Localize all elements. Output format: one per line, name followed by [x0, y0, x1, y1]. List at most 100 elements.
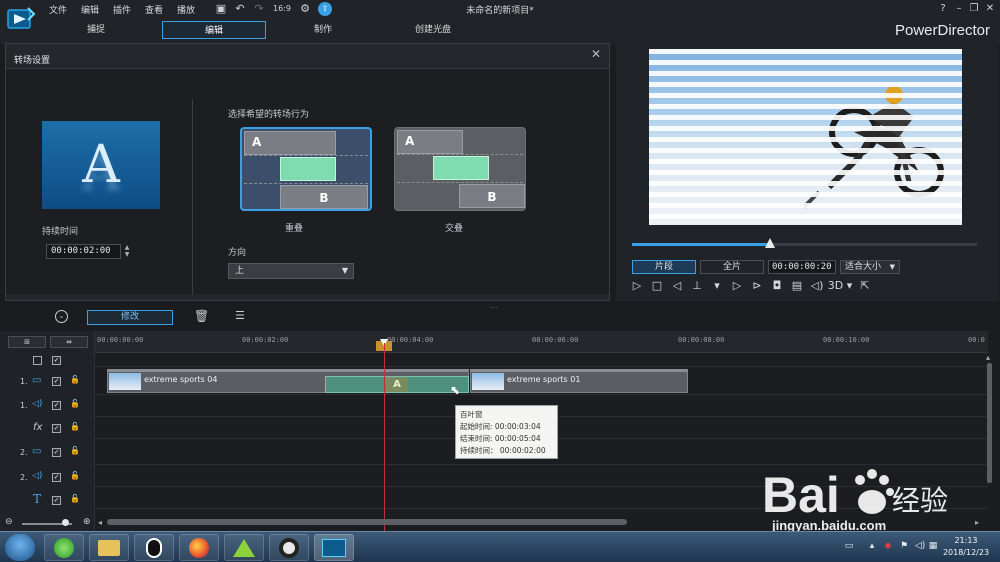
track-enable-checkbox[interactable]: ✓	[52, 448, 61, 457]
all-tracks-checkbox[interactable]: ✓	[52, 356, 61, 365]
menu-view[interactable]: 查看	[145, 3, 163, 16]
keyboard-tray-icon[interactable]: ▭	[843, 541, 855, 553]
lock-icon[interactable]: 🔓	[70, 446, 80, 456]
playhead[interactable]	[384, 343, 385, 531]
track-enable-checkbox[interactable]: ✓	[52, 401, 61, 410]
lock-icon[interactable]: 🔓	[70, 375, 80, 385]
redo-icon[interactable]: ↷	[252, 2, 266, 16]
audio-track-icon: ◁)	[32, 471, 43, 481]
qq-app[interactable]	[134, 534, 174, 561]
panel-close-icon[interactable]: ✕	[591, 47, 601, 61]
scroll-left-icon[interactable]: ◂	[98, 518, 102, 527]
recorder-app[interactable]	[269, 534, 309, 561]
track-manager-icon[interactable]: ⊞	[8, 336, 46, 348]
track-enable-checkbox[interactable]: ✓	[52, 424, 61, 433]
brand-name: PowerDirector	[894, 22, 990, 39]
system-clock[interactable]: 21:13 2018/12/23	[938, 535, 994, 559]
lock-icon[interactable]: 🔓	[70, 471, 80, 481]
3d-mode-button[interactable]: 3D ▾	[826, 279, 854, 293]
transition-icon[interactable]: A	[386, 377, 408, 392]
aspect-ratio-icon[interactable]: 16:9	[272, 2, 292, 16]
file-explorer-app[interactable]	[89, 534, 129, 561]
scroll-right-icon[interactable]: ▸	[975, 518, 979, 527]
record-icon	[279, 537, 299, 558]
start-button[interactable]	[5, 534, 35, 561]
preview-screen	[649, 49, 962, 225]
zoom-out-icon[interactable]: ⊖	[5, 517, 13, 527]
direction-select[interactable]: 上 ▼	[228, 263, 354, 279]
camtasia-icon	[233, 538, 255, 557]
previous-frame-icon[interactable]: ◁	[670, 279, 684, 293]
volume-tray-icon[interactable]: ◁)	[914, 541, 926, 553]
save-icon[interactable]: ▣	[214, 2, 228, 16]
collapse-icon[interactable]: ⌄	[55, 310, 68, 323]
duration-input[interactable]: 00:00:02:00	[46, 244, 121, 259]
overlap-option[interactable]: A B	[240, 127, 372, 211]
video-clip[interactable]: extreme sports 01	[470, 369, 688, 393]
stop-icon[interactable]: □	[650, 279, 664, 293]
lock-icon[interactable]: 🔓	[70, 399, 80, 409]
tab-clip-mode[interactable]: 片段	[632, 260, 696, 274]
play-icon[interactable]: ▷	[630, 279, 644, 293]
track-enable-checkbox[interactable]: ✓	[52, 473, 61, 482]
track-divider	[397, 182, 523, 183]
upgrade-icon[interactable]: ⇧	[318, 2, 332, 16]
fit-timeline-icon[interactable]: ⇹	[50, 336, 88, 348]
marker-icon[interactable]: ▾	[710, 279, 724, 293]
undo-icon[interactable]: ↶	[233, 2, 247, 16]
close-icon[interactable]: ✕	[983, 2, 997, 16]
menu-play[interactable]: 播放	[177, 3, 195, 16]
tab-capture[interactable]: 捕捉	[44, 21, 148, 39]
preview-timecode[interactable]: 00:00:00:20	[768, 260, 836, 274]
clip-thumbnail	[472, 373, 504, 390]
tab-create-disc[interactable]: 创建光盘	[381, 21, 485, 39]
subtitle-icon[interactable]: ▤	[790, 279, 804, 293]
help-icon[interactable]: ?	[936, 2, 950, 16]
minimize-icon[interactable]: –	[952, 2, 966, 16]
vertical-scrollbar[interactable]	[987, 363, 992, 483]
menu-plugins[interactable]: 插件	[113, 3, 131, 16]
fast-forward-icon[interactable]: ⊳	[750, 279, 764, 293]
time-ruler[interactable]: 00:00:00:00 00:00:02:00 00:00:04:00 00:0…	[95, 331, 988, 353]
tray-expand-icon[interactable]: ▴	[866, 541, 878, 553]
firefox-app[interactable]	[179, 534, 219, 561]
settings-gear-icon[interactable]: ⚙	[298, 2, 312, 16]
tab-movie-mode[interactable]: 全片	[700, 260, 764, 274]
transition-block	[280, 157, 336, 181]
track-enable-checkbox[interactable]: ✓	[52, 496, 61, 505]
browser-360-app[interactable]	[44, 534, 84, 561]
delete-trash-icon[interactable]: 🗑	[194, 309, 209, 323]
tab-edit[interactable]: 编辑	[162, 21, 266, 39]
split-icon[interactable]: ⊥	[690, 279, 704, 293]
preview-scrubber[interactable]	[632, 238, 977, 248]
panel-resize-handle[interactable]: ⋯	[490, 303, 498, 312]
modify-button[interactable]: 修改	[87, 310, 173, 325]
zoom-slider-handle[interactable]	[62, 519, 69, 526]
restore-icon[interactable]: ❐	[967, 2, 981, 16]
scrubber-handle[interactable]	[765, 238, 775, 248]
horizontal-scrollbar[interactable]	[107, 519, 627, 525]
scroll-up-icon[interactable]: ▴	[986, 353, 990, 362]
security-tray-icon[interactable]: ◆	[882, 541, 894, 553]
clock-time: 21:13	[954, 536, 978, 545]
lock-icon[interactable]: 🔓	[70, 494, 80, 504]
keyframe-list-icon[interactable]: ☰	[235, 309, 245, 322]
undock-icon[interactable]: ⇱	[858, 279, 872, 293]
duration-stepper[interactable]: ▲ ▼	[122, 244, 132, 259]
lock-icon[interactable]: 🔓	[70, 422, 80, 432]
tooltip-name: 百叶窗	[460, 410, 483, 419]
track-enable-checkbox[interactable]: ✓	[52, 377, 61, 386]
menu-file[interactable]: 文件	[49, 3, 67, 16]
snapshot-icon[interactable]: ◘	[770, 279, 784, 293]
cross-option[interactable]: A B	[394, 127, 526, 211]
fit-size-select[interactable]: 适合大小 ▼	[840, 260, 900, 274]
camtasia-app[interactable]	[224, 534, 264, 561]
tab-produce[interactable]: 制作	[271, 21, 375, 39]
menu-edit[interactable]: 编辑	[81, 3, 99, 16]
zoom-in-icon[interactable]: ⊕	[83, 517, 91, 527]
flag-tray-icon[interactable]: ⚑	[898, 541, 910, 553]
powerdirector-app[interactable]	[314, 534, 354, 561]
volume-icon[interactable]: ◁)	[810, 279, 824, 293]
track-divider	[244, 155, 368, 156]
next-frame-icon[interactable]: ▷	[730, 279, 744, 293]
